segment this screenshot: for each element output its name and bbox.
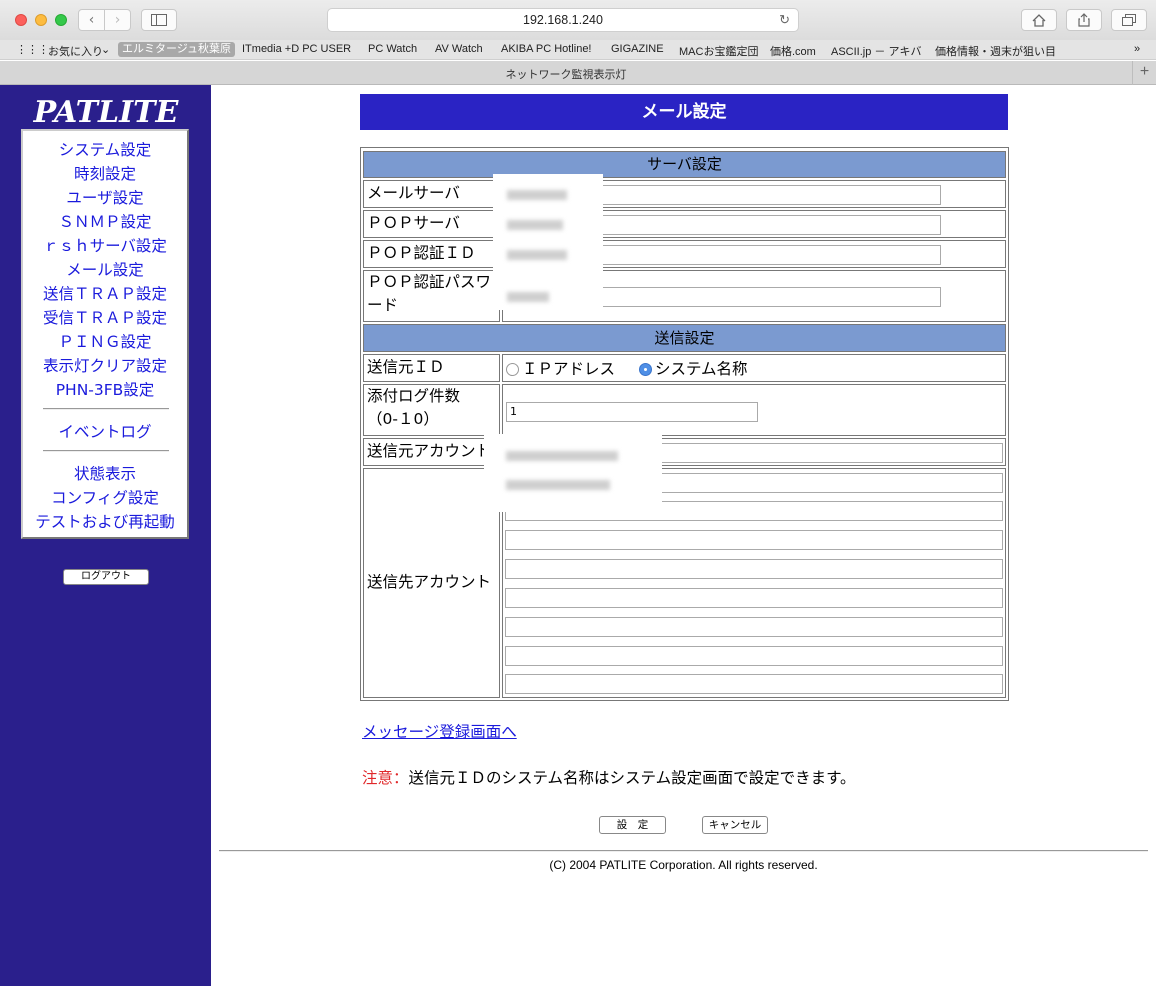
recipient-account-input-7[interactable] [505, 646, 1003, 666]
sidebar-item-status[interactable]: 状態表示 [23, 462, 187, 484]
new-tab-button[interactable]: + [1132, 61, 1156, 85]
recipient-account-input-5[interactable] [505, 588, 1003, 608]
sidebar-item-event-log[interactable]: イベントログ [23, 420, 187, 442]
chevron-down-icon: ⌄ [101, 44, 111, 56]
radio-ip-address[interactable] [506, 363, 519, 376]
pop-auth-id-label: ＰＯＰ認証ＩＤ [363, 240, 500, 268]
log-count-label-line1: 添付ログ件数 [367, 387, 461, 405]
message-registration-link[interactable]: メッセージ登録画面へ [362, 720, 517, 742]
close-window-button[interactable] [15, 14, 27, 26]
home-button[interactable] [1021, 9, 1057, 31]
sidebar-item-time[interactable]: 時刻設定 [23, 162, 187, 184]
zoom-window-button[interactable] [55, 14, 67, 26]
bookmark-favorites[interactable]: お気に入り [48, 43, 103, 59]
sender-id-cell: ＩＰアドレス システム名称 [502, 354, 1006, 382]
reload-icon[interactable]: ↻ [779, 12, 790, 28]
mail-server-label: メールサーバ [363, 180, 500, 208]
divider [219, 850, 1148, 852]
bookmark-item[interactable]: MACお宝鑑定団 [679, 43, 758, 59]
active-tab-title[interactable]: ネットワーク監視表示灯 [0, 66, 1132, 82]
sidebar-item-mail[interactable]: メール設定 [23, 258, 187, 280]
pop-server-label: ＰＯＰサーバ [363, 210, 500, 238]
sidebar-item-system[interactable]: システム設定 [23, 138, 187, 160]
bookmark-item[interactable]: PC Watch [368, 43, 417, 55]
apps-grid-icon[interactable]: ⋮⋮⋮ [16, 43, 49, 56]
browser-toolbar: ‹ › 192.168.1.240 ↻ [0, 0, 1156, 40]
sidebar-menu: システム設定 時刻設定 ユーザ設定 ＳＮＭＰ設定 ｒｓｈサーバ設定 メール設定 … [21, 129, 189, 539]
sidebar-item-phn3fb[interactable]: PHN-3FB設定 [23, 378, 187, 400]
back-button[interactable]: ‹ [78, 9, 105, 31]
pop-auth-password-label: ＰＯＰ認証パスワ ード [363, 270, 500, 322]
chevron-left-icon: ‹ [88, 12, 95, 28]
send-settings-header: 送信設定 [363, 324, 1006, 352]
recipient-account-input-8[interactable] [505, 674, 1003, 694]
plus-icon: + [1139, 63, 1150, 80]
patlite-logo: PATLITE [33, 95, 179, 130]
server-settings-header: サーバ設定 [363, 151, 1006, 178]
log-count-cell: 1 [502, 384, 1006, 436]
logout-button[interactable]: ログアウト [63, 569, 149, 585]
save-button[interactable]: 設 定 [599, 816, 666, 834]
recipient-account-label: 送信先アカウント [363, 468, 500, 698]
sidebar-item-user[interactable]: ユーザ設定 [23, 186, 187, 208]
sidebar-item-rsh[interactable]: ｒｓｈサーバ設定 [23, 234, 187, 256]
pop-auth-password-label-line2: ード [367, 296, 399, 314]
radio-ip-address-label: ＩＰアドレス [522, 360, 616, 378]
sidebar-item-receive-trap[interactable]: 受信ＴＲＡＰ設定 [23, 306, 187, 328]
log-count-input[interactable]: 1 [506, 402, 758, 422]
divider [43, 408, 169, 410]
home-icon [1032, 13, 1046, 27]
recipient-account-input-6[interactable] [505, 617, 1003, 637]
note-text: 送信元ＩＤのシステム名称はシステム設定画面で設定できます。 [408, 769, 856, 787]
cancel-button[interactable]: キャンセル [702, 816, 768, 834]
sidebar: PATLITE システム設定 時刻設定 ユーザ設定 ＳＮＭＰ設定 ｒｓｈサーバ設… [0, 85, 211, 986]
sidebar-item-config[interactable]: コンフィグ設定 [23, 486, 187, 508]
radio-system-name[interactable] [639, 363, 652, 376]
tab-overview-button[interactable] [1111, 9, 1147, 31]
sidebar-item-lamp-clear[interactable]: 表示灯クリア設定 [23, 354, 187, 376]
minimize-window-button[interactable] [35, 14, 47, 26]
redacted-area [493, 174, 603, 310]
sender-id-label: 送信元ＩＤ [363, 354, 500, 382]
recipient-account-input-3[interactable] [505, 530, 1003, 550]
sidebar-toggle-button[interactable] [141, 9, 177, 31]
radio-system-name-label: システム名称 [655, 360, 748, 378]
sidebar-item-test-reboot[interactable]: テストおよび再起動 [23, 510, 187, 532]
address-bar[interactable]: 192.168.1.240 ↻ [327, 8, 799, 32]
share-button[interactable] [1066, 9, 1102, 31]
bookmark-item[interactable]: AKIBA PC Hotline! [501, 43, 592, 55]
log-count-label-line2: （0-１0） [367, 410, 439, 428]
note-heading: 注意： [362, 769, 409, 787]
sidebar-icon [151, 14, 167, 26]
sidebar-item-send-trap[interactable]: 送信ＴＲＡＰ設定 [23, 282, 187, 304]
bookmark-item[interactable]: GIGAZINE [611, 43, 664, 55]
pop-auth-password-label-line1: ＰＯＰ認証パスワ [367, 273, 492, 291]
sender-account-label: 送信元アカウント [363, 438, 500, 466]
page-title: メール設定 [360, 94, 1008, 130]
bookmark-item[interactable]: ASCII.jp － アキバ [831, 43, 921, 59]
share-icon [1078, 13, 1090, 27]
bookmark-item[interactable]: ITmedia +D PC USER [242, 43, 351, 55]
sidebar-item-ping[interactable]: ＰＩＮＧ設定 [23, 330, 187, 352]
chevron-right-icon: › [114, 12, 121, 28]
sidebar-item-snmp[interactable]: ＳＮＭＰ設定 [23, 210, 187, 232]
tab-bar: ネットワーク監視表示灯 + [0, 61, 1156, 85]
bookmark-item[interactable]: 価格情報・週末が狙い目 [935, 43, 1056, 59]
redacted-area [484, 434, 662, 512]
divider [43, 450, 169, 452]
forward-button[interactable]: › [104, 9, 131, 31]
bookmark-item[interactable]: エルミタージュ秋葉原 [118, 42, 236, 57]
url-text: 192.168.1.240 [523, 13, 603, 27]
note: 注意：送信元ＩＤのシステム名称はシステム設定画面で設定できます。 [362, 766, 856, 788]
copyright: (C) 2004 PATLITE Corporation. All rights… [549, 858, 818, 872]
tabs-icon [1122, 14, 1136, 26]
mail-settings-form: サーバ設定 メールサーバ ＰＯＰサーバ ＰＯＰ認証ＩＤ ＰＯＰ認証パスワ ード … [360, 147, 1009, 701]
recipient-account-input-4[interactable] [505, 559, 1003, 579]
bookmarks-bar: ⋮⋮⋮ お気に入り ⌄ エルミタージュ秋葉原 ITmedia +D PC USE… [0, 40, 1156, 60]
log-count-label: 添付ログ件数 （0-１0） [363, 384, 500, 436]
more-bookmarks-icon[interactable]: » [1134, 43, 1140, 55]
bookmark-item[interactable]: 価格.com [770, 43, 816, 59]
bookmark-item[interactable]: AV Watch [435, 43, 483, 55]
